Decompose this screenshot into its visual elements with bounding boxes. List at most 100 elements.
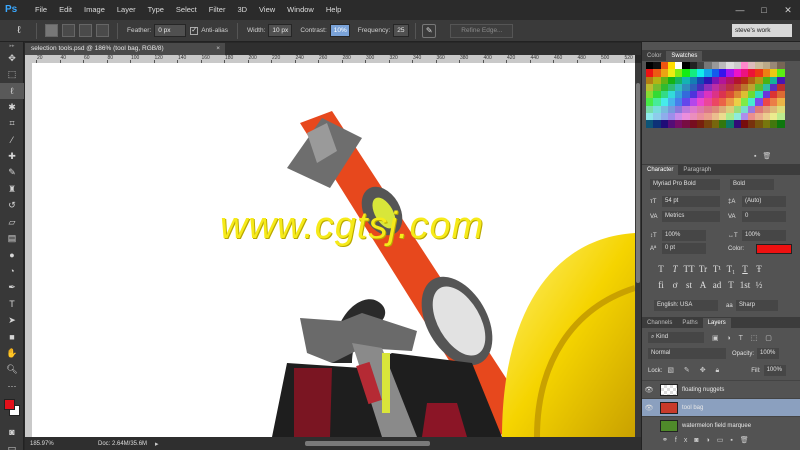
swatch[interactable]: [770, 105, 778, 114]
layer-filter-icons[interactable]: ▣ ◑ T ⬚ ▢: [712, 334, 775, 342]
swatch[interactable]: [660, 113, 668, 121]
swatch[interactable]: [762, 69, 771, 77]
eyedropper-tool-icon[interactable]: ⁄: [0, 132, 24, 148]
swatch[interactable]: [689, 98, 698, 106]
swatch[interactable]: [667, 98, 676, 106]
menu-layer[interactable]: Layer: [111, 0, 142, 20]
swatch[interactable]: [726, 69, 734, 77]
antialias-select[interactable]: Sharp: [736, 300, 778, 311]
swatch[interactable]: [682, 113, 690, 121]
menu-window[interactable]: Window: [281, 0, 320, 20]
swatch[interactable]: [675, 91, 683, 99]
swatch[interactable]: [711, 120, 719, 128]
swatch[interactable]: [748, 83, 756, 92]
swatch[interactable]: [689, 83, 698, 92]
swatch[interactable]: [675, 69, 683, 77]
brush-tool-icon[interactable]: ✎: [0, 165, 24, 181]
swatch[interactable]: [733, 76, 741, 84]
tab-paths[interactable]: Paths: [677, 318, 702, 328]
swatch[interactable]: [740, 76, 749, 84]
swatch[interactable]: [646, 113, 654, 121]
swatch[interactable]: [726, 62, 734, 70]
swatch[interactable]: [726, 83, 734, 92]
marquee-tool-icon[interactable]: ⬚: [0, 66, 24, 82]
close-tab-icon[interactable]: ×: [216, 43, 220, 55]
swatch[interactable]: [711, 105, 719, 114]
swatch[interactable]: [653, 76, 661, 84]
swatch[interactable]: [718, 120, 727, 128]
swatch[interactable]: [682, 91, 690, 99]
swatch[interactable]: [733, 69, 741, 77]
swatch[interactable]: [646, 62, 654, 70]
swatch[interactable]: [755, 120, 763, 128]
swatch[interactable]: [646, 76, 654, 84]
swatch[interactable]: [682, 62, 690, 70]
subtract-selection-icon[interactable]: [79, 24, 92, 37]
swatch[interactable]: [711, 113, 719, 121]
swatch[interactable]: [770, 120, 778, 128]
swatch[interactable]: [777, 62, 785, 70]
swatch[interactable]: [682, 83, 690, 92]
swatch[interactable]: [711, 62, 719, 70]
healing-tool-icon[interactable]: ✚: [0, 148, 24, 164]
pen-tool-icon[interactable]: ✒: [0, 279, 24, 295]
fx-icon[interactable]: fx: [675, 437, 694, 444]
quick-mask-icon[interactable]: ◙: [0, 424, 24, 440]
swatch[interactable]: [660, 91, 668, 99]
swatch[interactable]: [660, 62, 668, 70]
swatch[interactable]: [653, 113, 661, 121]
swatch[interactable]: [689, 113, 698, 121]
menu-view[interactable]: View: [253, 0, 281, 20]
tab-layers[interactable]: Layers: [702, 318, 731, 328]
swatch[interactable]: [697, 76, 705, 84]
foreground-color-swatch[interactable]: [4, 399, 15, 411]
swatch[interactable]: [689, 120, 698, 128]
tab-paragraph[interactable]: Paragraph: [678, 165, 716, 175]
swatch[interactable]: [667, 120, 676, 128]
superscript-button[interactable]: T¹: [710, 264, 724, 274]
swatch[interactable]: [762, 105, 771, 114]
menu-filter[interactable]: Filter: [203, 0, 232, 20]
swatch[interactable]: [697, 62, 705, 70]
swatch[interactable]: [675, 83, 683, 92]
swatch[interactable]: [762, 91, 771, 99]
swatch[interactable]: [653, 83, 661, 92]
swatch[interactable]: [718, 62, 727, 70]
swatch[interactable]: [740, 105, 749, 114]
feather-input[interactable]: 0 px: [154, 24, 187, 37]
swatch[interactable]: [682, 105, 690, 114]
menu-3d[interactable]: 3D: [231, 0, 253, 20]
swatch[interactable]: [733, 105, 741, 114]
swatch[interactable]: [718, 113, 727, 121]
swatch[interactable]: [653, 98, 661, 106]
swatch[interactable]: [675, 76, 683, 84]
swatch[interactable]: [740, 91, 749, 99]
swatch[interactable]: [667, 69, 676, 77]
underline-button[interactable]: T: [738, 264, 752, 274]
text-color-swatch[interactable]: [756, 243, 792, 254]
swatch[interactable]: [682, 98, 690, 106]
swatch[interactable]: [711, 98, 719, 106]
swatch[interactable]: [777, 91, 785, 99]
swatch[interactable]: [646, 83, 654, 92]
zoom-tool-icon[interactable]: 🔍︎: [0, 361, 24, 377]
blend-mode-select[interactable]: Normal: [648, 348, 726, 359]
swatch[interactable]: [697, 91, 705, 99]
swatch[interactable]: [675, 105, 683, 114]
swatches-grid[interactable]: [646, 62, 786, 128]
swatch[interactable]: [667, 62, 676, 70]
swatch[interactable]: [718, 98, 727, 106]
swatch[interactable]: [697, 69, 705, 77]
path-select-tool-icon[interactable]: ➤: [0, 312, 24, 328]
status-menu-icon[interactable]: ▸: [155, 440, 159, 448]
screen-mode-icon[interactable]: ▭: [0, 441, 24, 450]
swatch[interactable]: [689, 76, 698, 84]
swatch[interactable]: [755, 83, 763, 92]
folder-icon[interactable]: ▭: [717, 436, 731, 444]
swatch[interactable]: [660, 76, 668, 84]
move-tool-icon[interactable]: ✥: [0, 50, 24, 66]
new-selection-icon[interactable]: [45, 24, 58, 37]
swatch[interactable]: [682, 76, 690, 84]
swatch[interactable]: [704, 69, 712, 77]
new-layer-icon[interactable]: ▪: [730, 437, 739, 444]
